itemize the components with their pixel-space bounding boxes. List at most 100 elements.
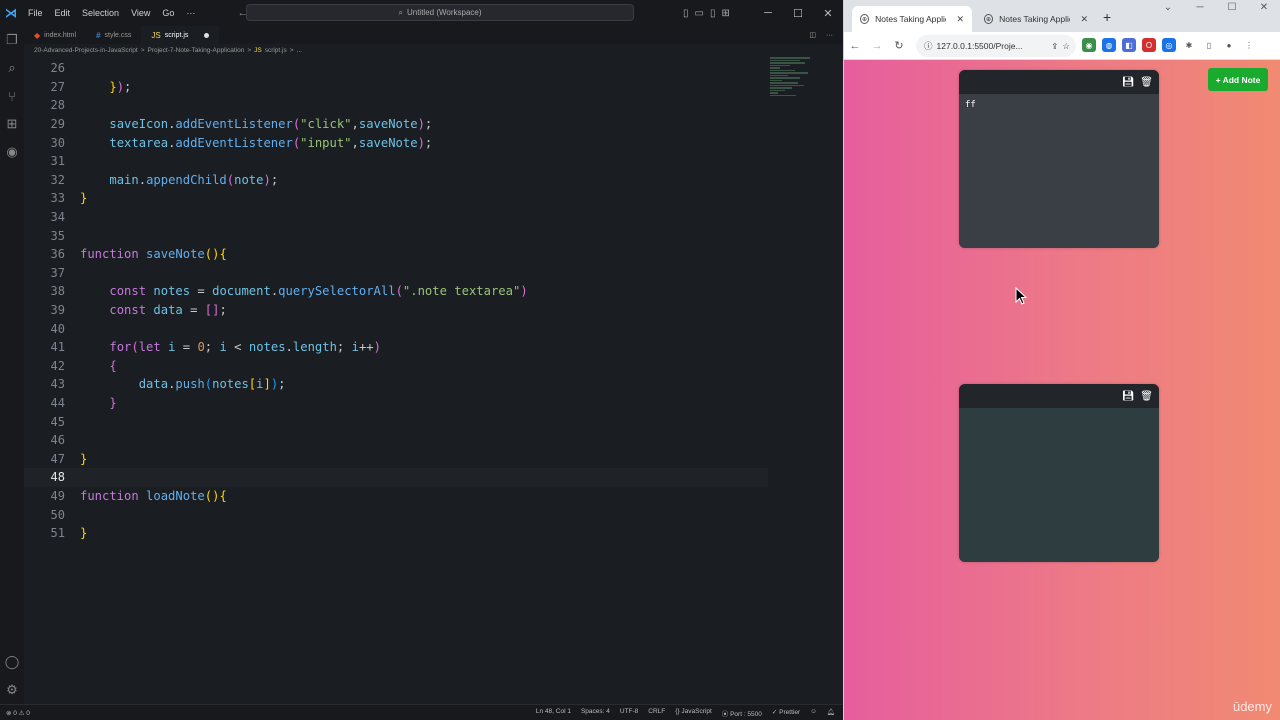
- reload-icon[interactable]: ↻: [888, 39, 910, 52]
- menu-selection[interactable]: Selection: [76, 0, 125, 26]
- note-textarea[interactable]: [959, 408, 1159, 562]
- back-arrow-icon[interactable]: ←: [844, 40, 866, 52]
- tab-style-css[interactable]: # style.css: [86, 26, 141, 44]
- problems-count[interactable]: ⊗ 0 ⚠ 0: [0, 709, 30, 717]
- note-textarea[interactable]: [959, 94, 1159, 248]
- toggle-panel-icon[interactable]: ▭: [695, 8, 704, 19]
- code-line[interactable]: 34: [24, 208, 768, 227]
- live-server-port[interactable]: ⦿ Port : 5500: [722, 708, 762, 718]
- search-icon[interactable]: ⌕: [0, 54, 24, 82]
- code-line[interactable]: 31: [24, 152, 768, 171]
- encoding[interactable]: UTF-8: [620, 708, 638, 718]
- maximize-icon[interactable]: ☐: [783, 7, 813, 20]
- explorer-icon[interactable]: ❐: [0, 26, 24, 54]
- chrome-menu-icon[interactable]: ⋮: [1242, 38, 1256, 52]
- extension-icon[interactable]: ◧: [1122, 38, 1136, 52]
- breadcrumb-file[interactable]: script.js: [265, 47, 287, 54]
- code-line[interactable]: 40: [24, 319, 768, 338]
- menu-view[interactable]: View: [125, 0, 156, 26]
- toggle-secondary-sidebar-icon[interactable]: ▯: [710, 8, 716, 19]
- share-icon[interactable]: ⇪: [1051, 41, 1058, 52]
- code-line[interactable]: 43 data.push(notes[i]);: [24, 375, 768, 394]
- extensions-icon[interactable]: ⊞: [0, 110, 24, 138]
- line-ending[interactable]: CRLF: [648, 708, 665, 718]
- browser-tab-2[interactable]: ⊕ Notes Taking Applicati ✕: [976, 6, 1096, 32]
- code-line[interactable]: 37: [24, 264, 768, 283]
- tab-script-js[interactable]: JS script.js: [141, 26, 220, 44]
- code-line[interactable]: 38 const notes = document.querySelectorA…: [24, 282, 768, 301]
- tab-search-icon[interactable]: ⌄: [1152, 2, 1184, 13]
- menu-go[interactable]: Go: [156, 0, 180, 26]
- forward-arrow-icon[interactable]: →: [866, 40, 888, 52]
- more-actions-icon[interactable]: ···: [826, 32, 833, 39]
- toggle-sidebar-icon[interactable]: ▯: [683, 8, 689, 19]
- prettier-status[interactable]: ✓ Prettier: [772, 708, 800, 718]
- add-note-button[interactable]: + Add Note: [1208, 68, 1268, 91]
- close-icon[interactable]: ✕: [813, 7, 843, 20]
- code-line[interactable]: 36 function saveNote(){: [24, 245, 768, 264]
- extension-icon[interactable]: O: [1142, 38, 1156, 52]
- unsaved-dot-icon[interactable]: [204, 32, 210, 38]
- source-control-icon[interactable]: ⑂: [0, 82, 24, 110]
- menu-file[interactable]: File: [22, 0, 49, 26]
- trash-icon[interactable]: 🗑︎: [1140, 77, 1153, 88]
- trash-icon[interactable]: 🗑︎: [1140, 391, 1153, 402]
- code-line[interactable]: 33}: [24, 189, 768, 208]
- code-line[interactable]: 27 });: [24, 78, 768, 97]
- code-line[interactable]: 47}: [24, 450, 768, 469]
- language-mode[interactable]: {} JavaScript: [675, 708, 712, 718]
- breadcrumb-symbol[interactable]: ...: [297, 47, 302, 54]
- minimize-icon[interactable]: ─: [1184, 2, 1216, 13]
- maximize-icon[interactable]: ☐: [1216, 2, 1248, 13]
- menu-edit[interactable]: Edit: [49, 0, 77, 26]
- code-line[interactable]: 41 for(let i = 0; i < notes.length; i++): [24, 338, 768, 357]
- save-icon[interactable]: 💾︎: [1122, 77, 1135, 88]
- profile-avatar-icon[interactable]: ●: [1222, 38, 1236, 52]
- browser-tab-1[interactable]: ⊕ Notes Taking Applicati ✕: [852, 6, 972, 32]
- site-info-icon[interactable]: ⓘ: [924, 40, 933, 52]
- code-line[interactable]: 35: [24, 226, 768, 245]
- code-line[interactable]: 32 main.appendChild(note);: [24, 171, 768, 190]
- command-center[interactable]: ⌕ Untitled (Workspace): [246, 4, 634, 21]
- code-line[interactable]: 45: [24, 412, 768, 431]
- split-editor-icon[interactable]: ◫: [809, 31, 816, 39]
- bookmark-star-icon[interactable]: ☆: [1062, 41, 1076, 52]
- cursor-position[interactable]: Ln 48, Col 1: [536, 708, 571, 718]
- address-bar[interactable]: ⓘ 127.0.0.1:5500/Proje... ⇪ ☆: [916, 35, 1076, 57]
- tab-index-html[interactable]: ◆ index.html: [24, 26, 86, 44]
- extension-icon[interactable]: ◎: [1162, 38, 1176, 52]
- close-tab-icon[interactable]: ✕: [1080, 14, 1088, 25]
- notifications-bell-icon[interactable]: 🔔︎: [827, 708, 835, 718]
- close-tab-icon[interactable]: ✕: [956, 14, 964, 25]
- code-line[interactable]: 48: [24, 468, 768, 487]
- code-line[interactable]: 50: [24, 505, 768, 524]
- puzzle-extensions-icon[interactable]: ✱: [1182, 38, 1196, 52]
- github-icon[interactable]: ◉: [0, 138, 24, 166]
- code-line[interactable]: 29 saveIcon.addEventListener("click",sav…: [24, 115, 768, 134]
- extension-icon[interactable]: ◍: [1102, 38, 1116, 52]
- indentation[interactable]: Spaces: 4: [581, 708, 610, 718]
- minimize-icon[interactable]: ─: [753, 7, 783, 19]
- code-line[interactable]: 39 const data = [];: [24, 301, 768, 320]
- menu-more[interactable]: ···: [180, 0, 201, 26]
- code-line[interactable]: 26: [24, 59, 768, 78]
- gear-icon[interactable]: ⚙: [0, 676, 24, 704]
- code-line[interactable]: 44 }: [24, 394, 768, 413]
- code-line[interactable]: 30 textarea.addEventListener("input",sav…: [24, 133, 768, 152]
- customize-layout-icon[interactable]: ⊞: [721, 8, 729, 19]
- feedback-icon[interactable]: ☺: [810, 708, 817, 718]
- breadcrumb-folder[interactable]: Project-7-Note-Taking-Application: [147, 47, 244, 54]
- breadcrumb-folder[interactable]: 20-Advanced-Projects-in-JavaScript: [34, 47, 138, 54]
- new-tab-icon[interactable]: +: [1103, 9, 1111, 25]
- save-icon[interactable]: 💾︎: [1122, 391, 1135, 402]
- account-icon[interactable]: ◯: [0, 648, 24, 676]
- extension-icon[interactable]: ◉: [1082, 38, 1096, 52]
- code-line[interactable]: 51}: [24, 524, 768, 543]
- code-line[interactable]: 28: [24, 96, 768, 115]
- code-editor[interactable]: 26 27 }); 28 29 saveIcon.addEventListener("…: [24, 56, 843, 704]
- minimap[interactable]: [770, 56, 830, 136]
- code-line[interactable]: 46: [24, 431, 768, 450]
- close-icon[interactable]: ✕: [1248, 2, 1280, 13]
- side-panel-icon[interactable]: ▯: [1202, 38, 1216, 52]
- code-line[interactable]: 42 {: [24, 357, 768, 376]
